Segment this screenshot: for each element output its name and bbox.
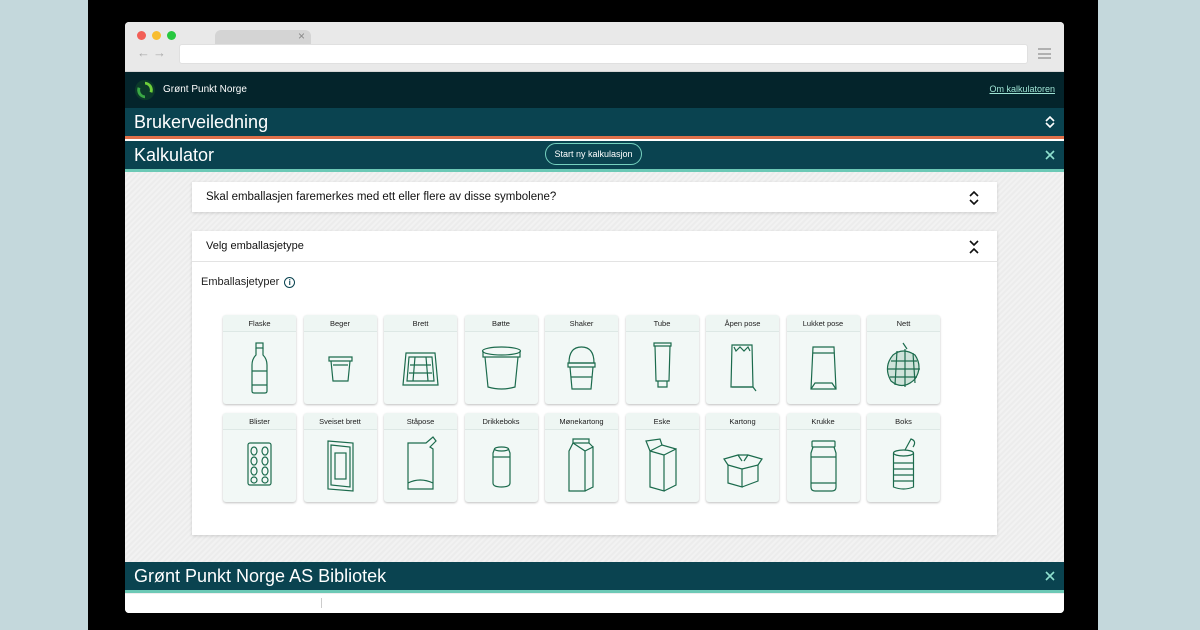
card-label: Flaske <box>223 315 296 332</box>
brand-name: Grønt Punkt Norge <box>163 84 247 95</box>
drink-can-icon <box>491 446 511 488</box>
site-header: Grønt Punkt Norge Om kalkulatoren <box>125 72 1064 108</box>
collapse-icon[interactable] <box>968 240 980 254</box>
packaging-card-monekartong[interactable]: Mønekartong <box>545 413 618 502</box>
divider <box>321 598 322 608</box>
maximize-window-button[interactable] <box>167 31 176 40</box>
hazard-question-panel[interactable]: Skal emballasjen faremerkes med ett elle… <box>192 182 997 212</box>
packaging-card-brett[interactable]: Brett <box>384 315 457 404</box>
packaging-card-apen-pose[interactable]: Åpen pose <box>706 315 779 404</box>
packaging-card-shaker[interactable]: Shaker <box>545 315 618 404</box>
packaging-card-tube[interactable]: Tube <box>625 315 699 404</box>
packaging-types-text: Emballasjetyper <box>201 276 280 288</box>
close-window-button[interactable] <box>137 31 146 40</box>
bucket-icon <box>481 346 521 390</box>
card-label: Eske <box>625 413 699 430</box>
browser-tab[interactable]: × <box>215 29 311 44</box>
packaging-card-beger[interactable]: Beger <box>303 315 377 404</box>
packaging-card-drikkeboks[interactable]: Drikkeboks <box>464 413 538 502</box>
packaging-type-grid: Flaske Beger Brett Bøtte Shaker Tube Åpe… <box>223 315 940 502</box>
packaging-card-krukke[interactable]: Krukke <box>786 413 860 502</box>
card-label: Bøtte <box>464 315 538 332</box>
close-icon[interactable] <box>1044 570 1056 582</box>
tab-close-icon[interactable]: × <box>298 29 305 43</box>
card-label: Beger <box>303 315 377 332</box>
blister-icon <box>247 442 272 486</box>
open-bag-icon <box>730 344 757 392</box>
stand-up-pouch-icon <box>407 436 437 490</box>
calculator-title: Kalkulator <box>134 144 215 165</box>
card-label: Blister <box>223 413 296 430</box>
packaging-type-header[interactable]: Velg emballasjetype <box>192 231 997 262</box>
cup-icon <box>327 356 353 382</box>
green-dot-logo-icon <box>134 79 156 101</box>
card-label: Lukket pose <box>786 315 860 332</box>
open-carton-icon <box>723 454 763 488</box>
net-icon <box>886 342 920 387</box>
browser-menu-icon[interactable] <box>1038 48 1051 62</box>
box-icon <box>644 438 677 492</box>
packaging-card-sveiset-brett[interactable]: Sveiset brett <box>303 413 377 502</box>
tube-icon <box>652 342 672 388</box>
calculator-section[interactable]: Kalkulator Start ny kalkulasjon <box>125 141 1064 169</box>
about-calculator-link[interactable]: Om kalkulatoren <box>989 84 1055 94</box>
packaging-card-blister[interactable]: Blister <box>223 413 296 502</box>
card-label: Brett <box>384 315 457 332</box>
gable-carton-icon <box>568 438 594 492</box>
card-label: Mønekartong <box>545 413 618 430</box>
info-icon[interactable]: i <box>284 276 296 288</box>
nav-arrows-icon[interactable]: ←→ <box>137 45 169 60</box>
packaging-types-label: Emballasjetyper i <box>201 276 296 288</box>
minimize-window-button[interactable] <box>152 31 161 40</box>
browser-chrome: × ←→ <box>125 22 1064 72</box>
packaging-type-title: Velg emballasjetype <box>206 240 304 252</box>
card-label: Nett <box>867 315 940 332</box>
user-guide-section[interactable]: Brukerveiledning <box>125 108 1064 136</box>
packaging-card-flaske[interactable]: Flaske <box>223 315 296 404</box>
packaging-card-nett[interactable]: Nett <box>867 315 940 404</box>
library-title: Grønt Punkt Norge AS Bibliotek <box>134 565 387 586</box>
card-label: Tube <box>625 315 699 332</box>
closed-bag-icon <box>809 346 837 390</box>
packaging-card-boks[interactable]: Boks <box>867 413 940 502</box>
packaging-type-panel: Velg emballasjetype Emballasjetyper i Fl… <box>192 231 997 535</box>
card-label: Kartong <box>706 413 779 430</box>
packaging-card-stapose[interactable]: Ståpose <box>384 413 457 502</box>
library-section[interactable]: Grønt Punkt Norge AS Bibliotek <box>125 562 1064 590</box>
tray-icon <box>402 352 439 386</box>
chevron-up-down-icon[interactable] <box>968 191 980 205</box>
card-label: Krukke <box>786 413 860 430</box>
card-label: Drikkeboks <box>464 413 538 430</box>
calculator-content: Skal emballasjen faremerkes med ett elle… <box>125 172 1064 562</box>
packaging-card-kartong[interactable]: Kartong <box>706 413 779 502</box>
card-label: Ståpose <box>384 413 457 430</box>
jar-icon <box>809 440 837 492</box>
packaging-card-eske[interactable]: Eske <box>625 413 699 502</box>
guide-accent-line <box>125 136 1064 139</box>
bottle-icon <box>251 342 268 394</box>
new-calculation-button[interactable]: Start ny kalkulasjon <box>545 143 642 165</box>
card-label: Sveiset brett <box>303 413 377 430</box>
packaging-card-lukket-pose[interactable]: Lukket pose <box>786 315 860 404</box>
expand-collapse-icon[interactable] <box>1044 116 1056 128</box>
close-icon[interactable] <box>1044 149 1056 161</box>
card-label: Åpen pose <box>706 315 779 332</box>
card-label: Shaker <box>545 315 618 332</box>
card-label: Boks <box>867 413 940 430</box>
user-guide-title: Brukerveiledning <box>134 111 269 132</box>
tin-can-icon <box>892 438 916 490</box>
url-bar[interactable] <box>179 44 1028 64</box>
hazard-question-text: Skal emballasjen faremerkes med ett elle… <box>206 191 557 203</box>
packaging-card-botte[interactable]: Bøtte <box>464 315 538 404</box>
browser-window: × ←→ Grønt Punkt Norge Om kalkulatoren B… <box>125 22 1064 613</box>
library-content <box>125 593 1064 613</box>
shaker-icon <box>567 346 596 390</box>
sealed-tray-icon <box>326 440 354 492</box>
